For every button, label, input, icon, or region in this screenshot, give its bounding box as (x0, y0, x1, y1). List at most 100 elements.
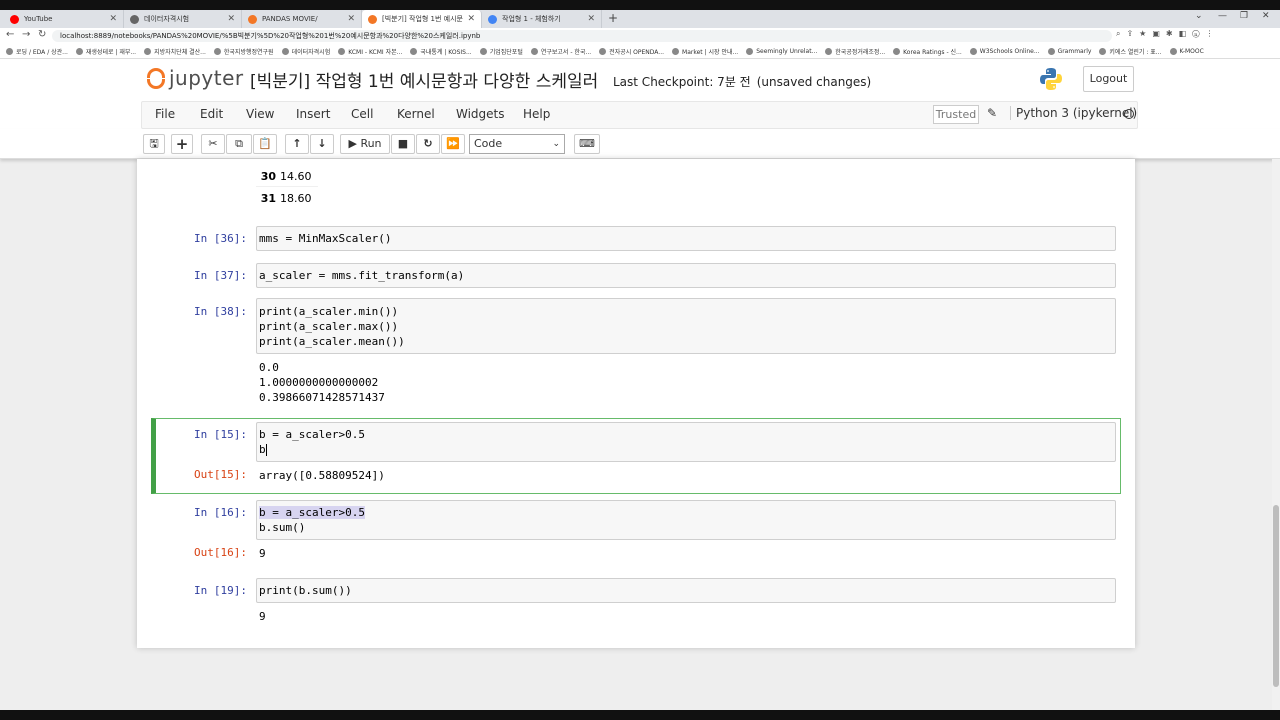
back-arrow-icon[interactable]: ← (6, 29, 14, 40)
copy-button[interactable]: ⧉ (226, 134, 252, 154)
menu-file[interactable]: File (155, 107, 175, 121)
restart-icon: ↻ (423, 137, 433, 150)
close-icon[interactable]: ✕ (227, 14, 235, 24)
bookmark-item[interactable]: 재생성테로 | 재부... (75, 47, 136, 56)
chevron-down-icon[interactable]: ⌄ (1195, 11, 1203, 21)
window-close-icon[interactable]: ✕ (1262, 11, 1270, 21)
bookmark-item[interactable]: 키에스 열린기 : 표... (1099, 47, 1162, 56)
menu-edit[interactable]: Edit (200, 107, 223, 121)
input-prompt: In [15]: (194, 428, 247, 441)
row-value: 18.60 (280, 192, 312, 205)
save-button[interactable]: 🖫 (143, 134, 165, 154)
restore-icon[interactable]: ❐ (1240, 11, 1248, 21)
menu-insert[interactable]: Insert (296, 107, 330, 121)
move-down-button[interactable]: ↓ (310, 134, 334, 154)
browser-tab-practice[interactable]: 작업형 1 - 체험하기 ✕ (482, 10, 602, 28)
jupyter-logo[interactable]: jupyter (146, 66, 244, 90)
browser-tab-pandas-movie[interactable]: PANDAS MOVIE/ ✕ (242, 10, 362, 28)
command-palette-button[interactable]: ⌨ (574, 134, 600, 154)
bookmark-item[interactable]: 전자공시 OPENDA... (599, 47, 664, 56)
code-cell-input[interactable] (256, 500, 1116, 540)
new-tab-icon[interactable]: + (608, 11, 618, 25)
run-button[interactable]: ▶ Run (340, 134, 390, 154)
bookmark-label: Seemingly Unrelat... (756, 47, 818, 55)
bookmark-item[interactable]: Seemingly Unrelat... (746, 47, 818, 55)
bookmark-item[interactable]: 국내통계 | KOSIS... (410, 47, 472, 56)
code-line: b = a_scaler>0.5 (259, 428, 365, 441)
bookmark-item[interactable]: 지방자치단체 결산... (144, 47, 206, 56)
interrupt-button[interactable]: ■ (391, 134, 415, 154)
bookmark-item[interactable]: 기업집단포털 (479, 47, 523, 56)
notebook-title[interactable]: [빅분기] 작업형 1번 예시문항과 다양한 스케일러 (250, 67, 598, 92)
code-cell-input[interactable] (256, 422, 1116, 462)
output-line: 9 (259, 610, 266, 623)
code-line: a_scaler = mms.fit_transform(a) (259, 269, 465, 282)
code-line: b.sum() (259, 521, 306, 534)
pencil-icon[interactable]: ✎ (987, 106, 997, 120)
kernel-name[interactable]: Python 3 (ipykernel) (1010, 106, 1137, 120)
bookmark-favicon-icon (1099, 47, 1107, 55)
output-line: 9 (259, 547, 266, 560)
bookmark-label: 한국지방행정연구원 (223, 48, 274, 56)
close-icon[interactable]: ✕ (587, 14, 595, 24)
bookmark-item[interactable]: Korea Ratings - 신... (893, 47, 962, 56)
copy-icon: ⧉ (235, 137, 243, 150)
trusted-indicator[interactable]: Trusted (933, 105, 979, 124)
insert-cell-button[interactable]: + (171, 134, 193, 154)
scrollbar-thumb[interactable] (1273, 505, 1279, 687)
code-line: b (259, 443, 267, 456)
bookmark-item[interactable]: 로딩 / EDA / 상관... (6, 47, 68, 56)
code-line: b = a_scaler>0.5 (259, 506, 365, 519)
stop-icon: ■ (397, 137, 409, 150)
bookmark-label: 데이터자격시험 (291, 48, 331, 56)
tab-label: 작업형 1 - 체험하기 (502, 15, 561, 23)
close-icon[interactable]: ✕ (467, 14, 475, 24)
cell-type-select[interactable]: Code ⌄ (469, 134, 565, 154)
move-up-button[interactable]: ↑ (285, 134, 309, 154)
menu-help[interactable]: Help (523, 107, 550, 121)
url-input[interactable]: localhost:8889/notebooks/PANDAS%20MOVIE/… (52, 30, 1112, 42)
browser-tab-youtube[interactable]: YouTube ✕ (4, 10, 124, 28)
minimize-icon[interactable]: — (1218, 11, 1227, 21)
menu-kernel[interactable]: Kernel (397, 107, 435, 121)
paste-button[interactable]: 📋 (253, 134, 277, 154)
menu-cell[interactable]: Cell (351, 107, 373, 121)
reload-icon[interactable]: ↻ (38, 29, 46, 40)
bookmarks-bar: 로딩 / EDA / 상관... 재생성테로 | 재부... 지방자치단체 결산..… (0, 44, 1280, 59)
code-line: print(a_scaler.max()) (259, 320, 399, 333)
bookmark-item[interactable]: 한국공정거래조정... (825, 47, 885, 56)
bookmark-item[interactable]: 연구보고서 - 한국... (530, 47, 591, 56)
checkpoint-text: Last Checkpoint: 7분 전 (613, 75, 751, 89)
keyboard-icon: ⌨ (579, 137, 595, 150)
close-icon[interactable]: ✕ (109, 14, 117, 24)
code-cell-input[interactable] (256, 578, 1116, 603)
close-icon[interactable]: ✕ (347, 14, 355, 24)
forward-arrow-icon[interactable]: → (22, 29, 30, 40)
code-line: print(b.sum()) (259, 584, 352, 597)
restart-run-all-button[interactable]: ⏩ (441, 134, 465, 154)
bookmark-item[interactable]: K-MOOC (1169, 47, 1204, 55)
menu-widgets[interactable]: Widgets (456, 107, 505, 121)
bookmark-item[interactable]: 한국지방행정연구원 (213, 47, 274, 56)
browser-tab-notebook[interactable]: [빅분기] 작업형 1번 예시문항과 ✕ (362, 10, 482, 28)
restart-button[interactable]: ↻ (416, 134, 440, 154)
logout-button[interactable]: Logout (1083, 66, 1134, 92)
bookmark-label: 로딩 / EDA / 상관... (16, 48, 68, 56)
jupyter-logo-icon (146, 66, 166, 90)
bookmark-favicon-icon (1169, 47, 1177, 55)
url-text: localhost:8889/notebooks/PANDAS%20MOVIE/… (60, 32, 481, 40)
menu-view[interactable]: View (246, 107, 274, 121)
bookmark-item[interactable]: KCMI - KCMI 자본... (338, 47, 402, 56)
jupyter-favicon-icon (368, 14, 377, 24)
bookmark-item[interactable]: Market | 시장 안내... (672, 47, 738, 56)
code-line: print(a_scaler.mean()) (259, 335, 405, 348)
bookmark-item[interactable]: W3Schools Online... (969, 47, 1040, 55)
cut-button[interactable]: ✂ (201, 134, 225, 154)
browser-extension-icons[interactable]: ⌕⇪★▣✱◧ⓝ⋮ (1116, 29, 1220, 39)
input-prompt: In [37]: (194, 269, 247, 282)
jupyter-logo-text: jupyter (169, 66, 244, 90)
bookmark-item[interactable]: Grammarly (1047, 47, 1091, 55)
browser-tab-data-exam[interactable]: 데이터자격시험 ✕ (124, 10, 242, 28)
bookmark-item[interactable]: 데이터자격시험 (281, 47, 331, 56)
bookmark-label: KCMI - KCMI 자본... (348, 48, 403, 56)
